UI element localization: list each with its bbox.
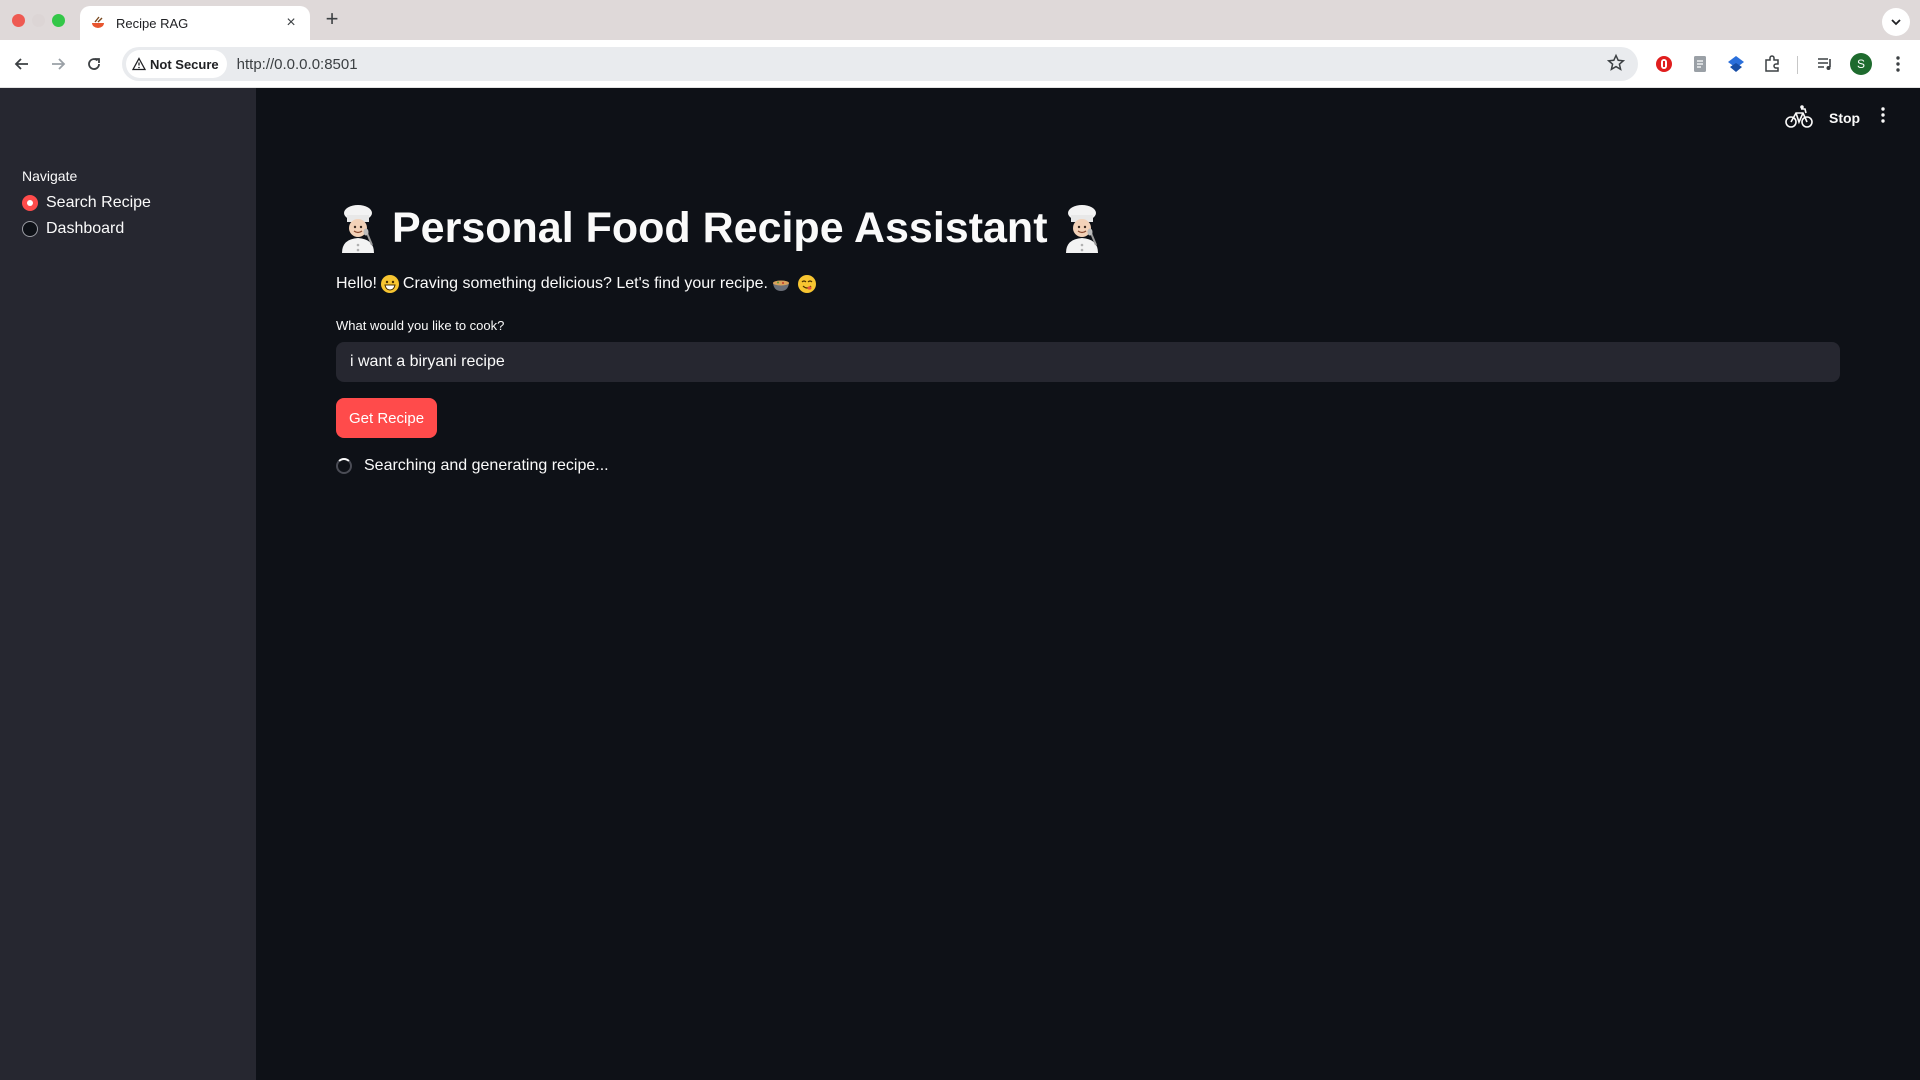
security-label: Not Secure — [150, 56, 219, 72]
window-close-button[interactable] — [12, 14, 25, 27]
new-tab-button[interactable]: + — [320, 8, 344, 32]
radio-option-dashboard[interactable]: Dashboard — [22, 220, 124, 238]
bowl-favicon-icon — [90, 15, 106, 31]
get-recipe-button[interactable]: Get Recipe — [336, 398, 438, 438]
greeting-text: Hello! Craving something delicious? Let'… — [336, 274, 820, 294]
address-bar[interactable]: Not Secure http://0.0.0.0:8501 — [122, 47, 1638, 81]
chef-emoji-icon — [336, 203, 380, 253]
greeting-hello: Hello! — [336, 275, 377, 292]
radio-selected-icon — [22, 195, 38, 211]
app-menu-icon[interactable] — [1880, 106, 1886, 129]
grinning-face-emoji-icon — [380, 274, 400, 294]
loading-status: Searching and generating recipe... — [336, 457, 609, 475]
cook-input-label: What would you like to cook? — [336, 318, 505, 333]
running-bicycle-icon — [1785, 104, 1813, 135]
puzzle-extensions-icon[interactable] — [1760, 52, 1784, 76]
reload-icon — [88, 58, 100, 70]
page-title: Personal Food Recipe Assistant — [392, 203, 1048, 252]
browser-tab-strip: Recipe RAG × + — [0, 0, 1920, 40]
extension-blue-icon[interactable] — [1724, 52, 1748, 76]
browser-menu-icon[interactable] — [1886, 52, 1910, 76]
extension-red-icon[interactable] — [1652, 52, 1676, 76]
loading-spinner-icon — [336, 458, 352, 474]
chef-emoji-icon — [1060, 203, 1104, 253]
radio-label: Dashboard — [46, 220, 125, 237]
tab-search-button[interactable] — [1882, 8, 1910, 36]
chevron-down-icon — [1891, 19, 1901, 26]
warning-icon — [132, 57, 146, 71]
url-text: http://0.0.0.0:8501 — [236, 55, 358, 73]
radio-label: Search Recipe — [46, 194, 151, 211]
navigate-label: Navigate — [22, 168, 78, 184]
status-text: Searching and generating recipe... — [364, 457, 609, 474]
forward-button[interactable] — [46, 52, 70, 76]
reload-button[interactable] — [82, 52, 106, 76]
greeting-message: Craving something delicious? Let's find … — [402, 275, 768, 292]
toolbar-separator — [1797, 56, 1798, 74]
bookmark-star-icon[interactable] — [1606, 53, 1626, 78]
security-chip[interactable]: Not Secure — [126, 50, 227, 78]
browser-toolbar: Not Secure http://0.0.0.0:8501 S — [0, 40, 1920, 88]
window-minimize-button[interactable] — [32, 14, 45, 27]
extension-document-icon[interactable] — [1688, 52, 1712, 76]
recipe-query-input[interactable] — [336, 342, 1840, 382]
yum-face-emoji-icon — [797, 274, 817, 294]
profile-avatar[interactable]: S — [1850, 53, 1872, 75]
tab-close-icon[interactable]: × — [282, 14, 300, 32]
radio-option-search-recipe[interactable]: Search Recipe — [22, 194, 151, 212]
stew-pot-emoji-icon — [771, 274, 791, 294]
browser-tab-active[interactable]: Recipe RAG × — [80, 6, 310, 40]
media-control-icon[interactable] — [1813, 52, 1837, 76]
back-button[interactable] — [10, 52, 34, 76]
sidebar: Navigate Search Recipe Dashboard — [0, 88, 256, 1080]
main-content: Stop Personal Food Recipe Assistant Hell… — [256, 88, 1920, 1080]
tab-title: Recipe RAG — [116, 15, 189, 31]
arrow-left-icon — [14, 58, 28, 70]
arrow-right-icon — [52, 58, 66, 70]
stop-button[interactable]: Stop — [1829, 110, 1860, 126]
page-title-row: Personal Food Recipe Assistant — [336, 203, 1104, 253]
radio-unselected-icon — [22, 221, 38, 237]
window-zoom-button[interactable] — [52, 14, 65, 27]
